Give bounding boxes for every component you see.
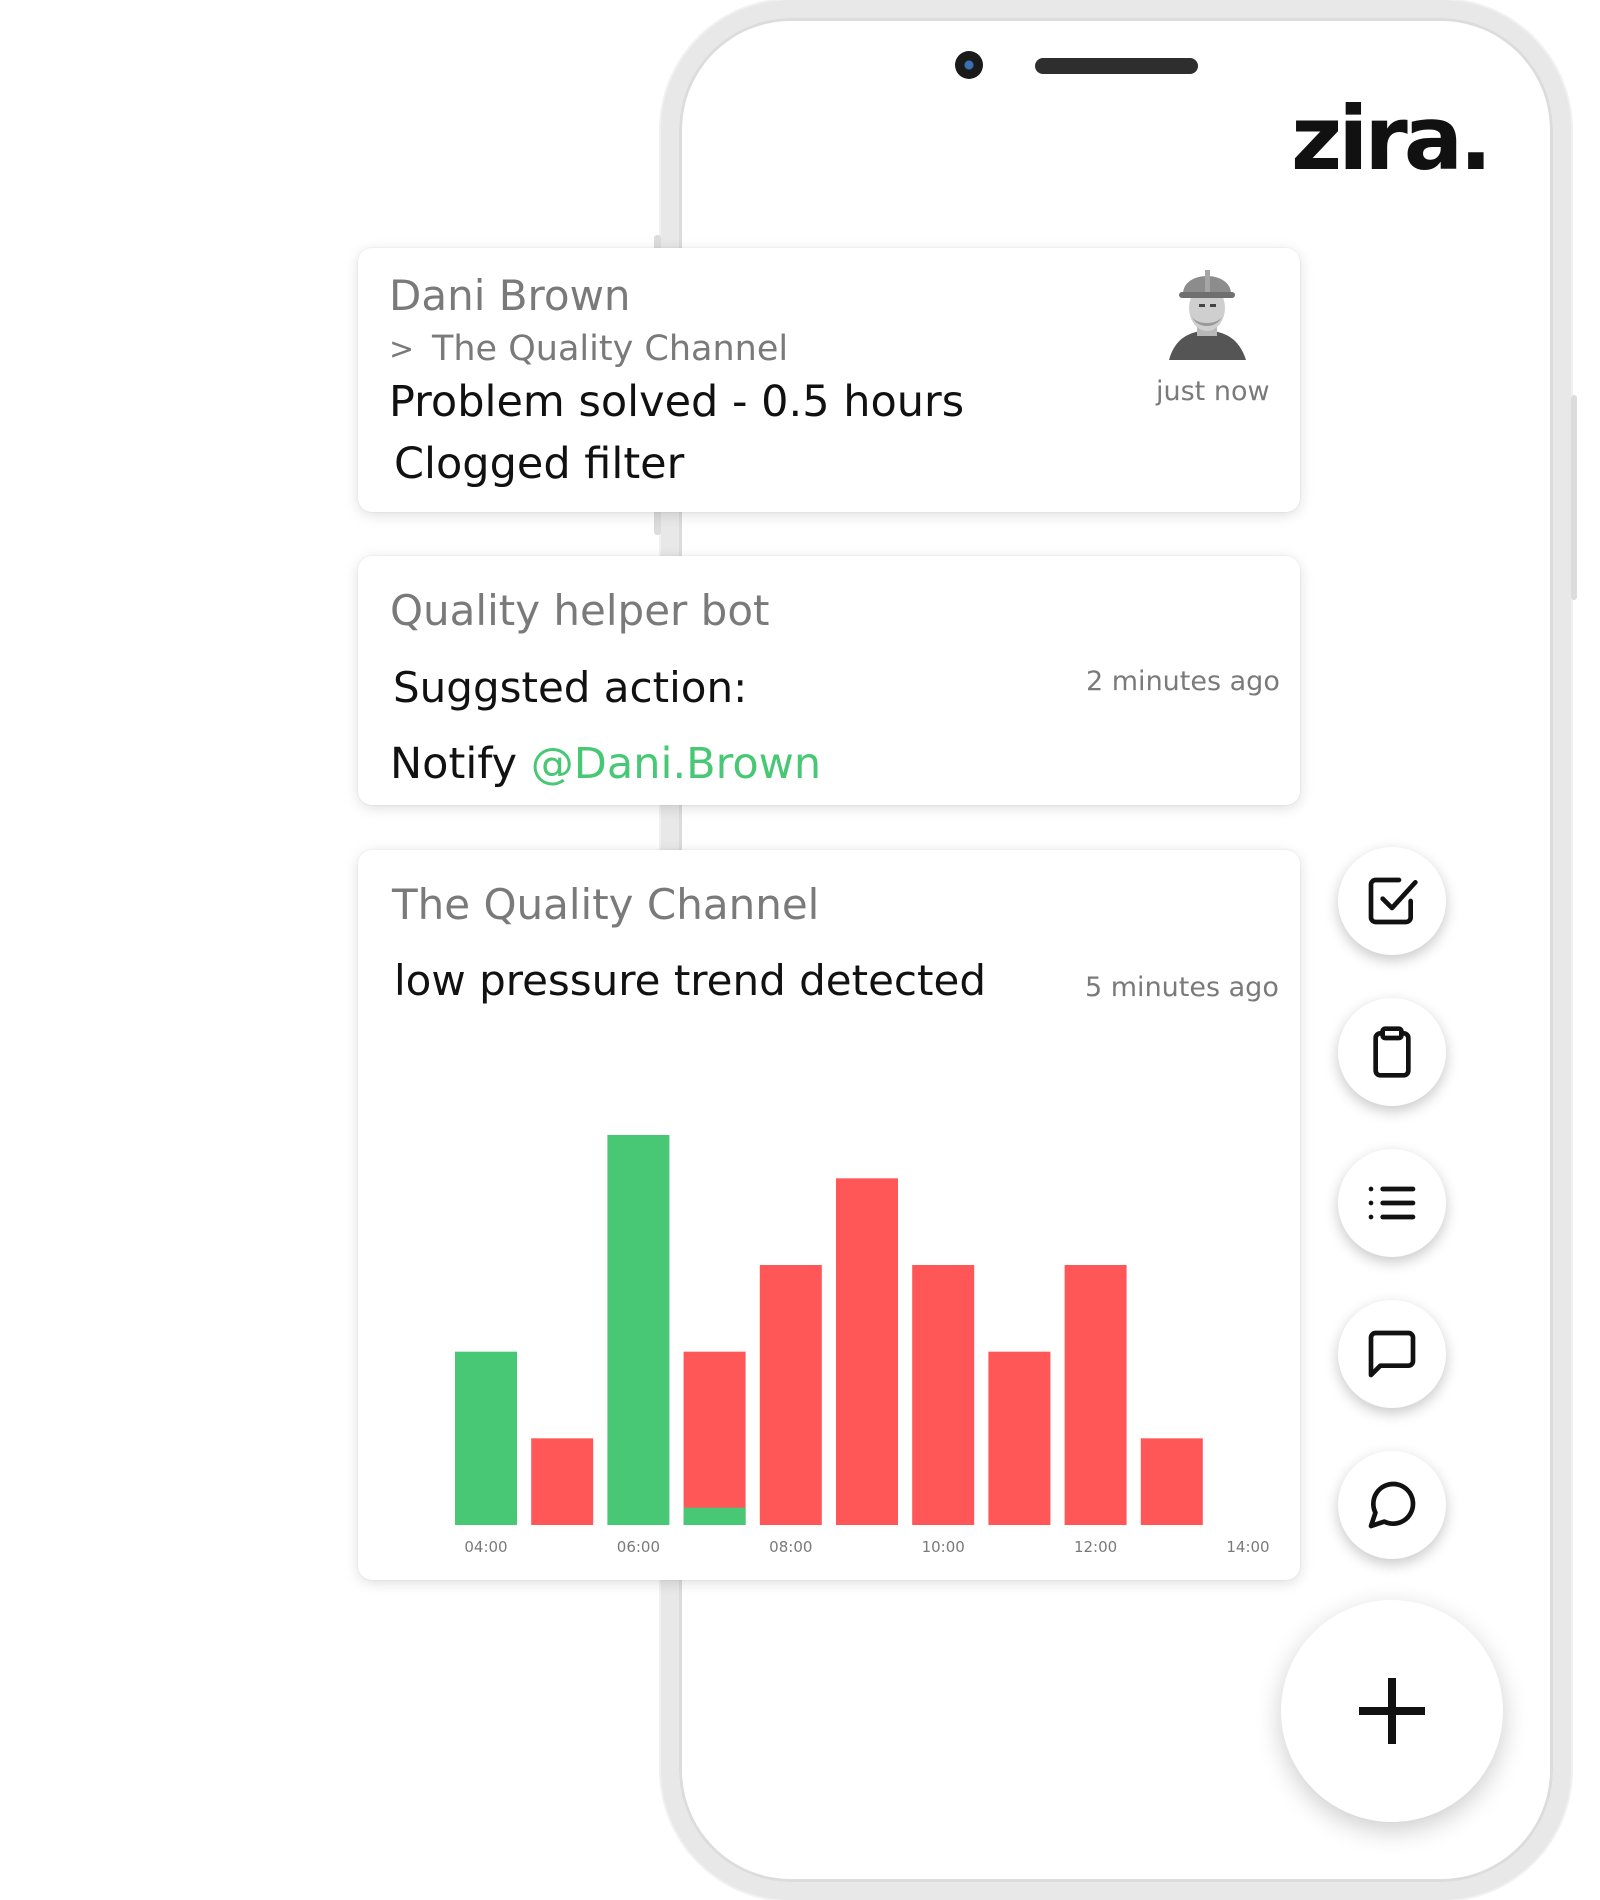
camera-icon <box>955 51 983 79</box>
chart-bar <box>1064 1265 1127 1525</box>
feed-card-bot[interactable]: Quality helper bot Suggsted action: Noti… <box>358 556 1300 805</box>
card-message-title: Problem solved - 0.5 hours <box>389 377 965 427</box>
card-message-detail: Clogged filter <box>394 439 685 489</box>
phone-side-button <box>1571 395 1577 600</box>
chart-bar <box>759 1265 822 1525</box>
worker-avatar-icon <box>1155 256 1260 361</box>
clipboard-icon <box>1373 1026 1411 1078</box>
chart-bar <box>988 1351 1051 1525</box>
chart-bar <box>607 1135 670 1525</box>
card-channel[interactable]: The Quality Channel <box>432 332 788 367</box>
checkbox-icon <box>1368 877 1418 925</box>
avatar <box>1155 256 1260 361</box>
message-circle-icon <box>1368 1481 1416 1529</box>
chart-tick-label: 14:00 <box>1226 1538 1269 1556</box>
card-message-title: Suggsted action: <box>393 663 748 712</box>
card-author: Quality helper bot <box>390 586 770 635</box>
chart-bar <box>531 1438 594 1525</box>
channel-arrow-icon: > <box>389 332 415 367</box>
speaker-grille <box>1035 58 1198 74</box>
chart-tick-label: 10:00 <box>922 1538 965 1556</box>
list-button[interactable] <box>1338 1149 1446 1257</box>
chart-bar-segment <box>683 1507 746 1525</box>
message-button[interactable] <box>1338 1300 1446 1408</box>
chart-tick-label: 04:00 <box>464 1538 507 1556</box>
notify-label: Notify <box>390 739 518 789</box>
chart-tick-label: 06:00 <box>617 1538 660 1556</box>
pressure-bar-chart: 04:00 06:00 08:00 10:00 12:00 14:00 <box>455 1135 1270 1556</box>
card-timestamp: 2 minutes ago <box>1086 666 1280 697</box>
chart-bar <box>683 1351 746 1525</box>
chart-bar <box>836 1178 898 1525</box>
user-mention-link[interactable]: @Dani.Brown <box>531 739 821 789</box>
chart-bar <box>1140 1438 1203 1525</box>
chart-tick-label: 08:00 <box>769 1538 812 1556</box>
card-author: Dani Brown <box>389 271 631 320</box>
feed-card-alert[interactable]: The Quality Channel low pressure trend d… <box>358 850 1300 1580</box>
feed-card-solution[interactable]: Dani Brown > The Quality Channel Problem… <box>358 248 1300 512</box>
add-button[interactable] <box>1281 1600 1503 1822</box>
chart-tick-label: 12:00 <box>1074 1538 1117 1556</box>
clipboard-button[interactable] <box>1338 998 1446 1106</box>
list-icon <box>1368 1186 1416 1220</box>
chat-button[interactable] <box>1338 1451 1446 1559</box>
app-logo: zira. <box>1291 87 1493 190</box>
card-message-detail: Notify @Dani.Brown <box>390 743 821 786</box>
plus-icon <box>1359 1678 1425 1744</box>
card-timestamp: just now <box>1156 376 1270 407</box>
chart-bar <box>455 1351 517 1525</box>
message-square-icon <box>1368 1330 1416 1378</box>
chart-bar <box>912 1265 975 1525</box>
task-button[interactable] <box>1338 847 1446 955</box>
